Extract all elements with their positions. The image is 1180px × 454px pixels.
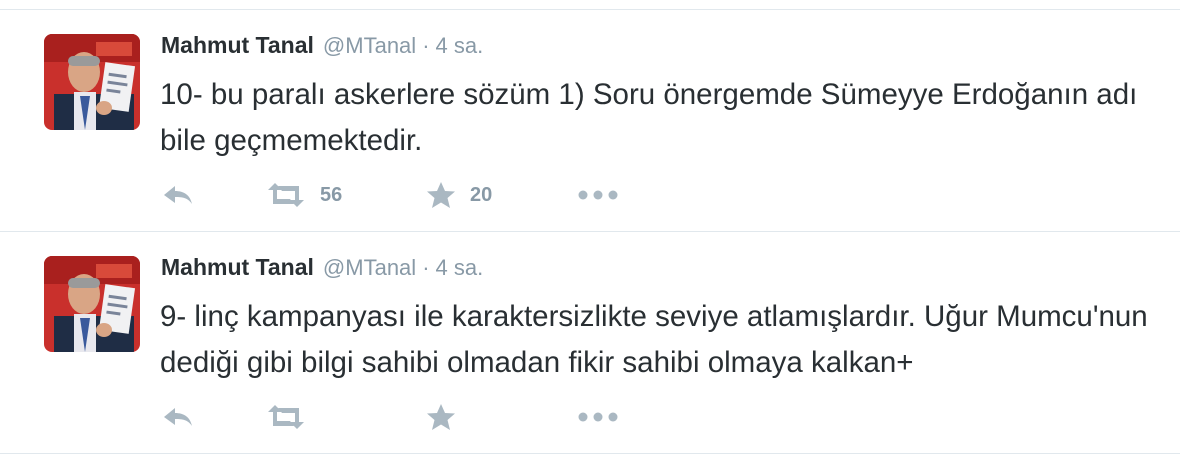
reply-icon <box>164 408 192 426</box>
more-dots-icon <box>578 412 618 422</box>
author-name[interactable]: Mahmut Tanal <box>161 32 314 59</box>
tweet-actions: 56 20 <box>162 180 618 210</box>
tweet-header: Mahmut Tanal @MTanal · 4 sa. <box>161 32 483 64</box>
tweet-item[interactable]: Mahmut Tanal @MTanal · 4 sa. 10- bu para… <box>0 10 1180 232</box>
more-button[interactable] <box>578 411 618 423</box>
retweet-button[interactable]: 56 <box>266 182 426 208</box>
header-separator: · <box>422 255 430 280</box>
favorite-count: 20 <box>470 183 493 206</box>
favorite-button[interactable] <box>426 403 578 431</box>
author-name[interactable]: Mahmut Tanal <box>161 254 314 281</box>
favorite-button[interactable]: 20 <box>426 181 578 209</box>
tweet-text: 10- bu paralı askerlere sözüm 1) Soru ön… <box>160 78 1138 157</box>
timeline-top-divider <box>0 0 1180 10</box>
reply-icon <box>164 186 192 204</box>
tweet-text: 9- linç kampanyası ile karaktersizlikte … <box>160 300 1148 379</box>
avatar[interactable] <box>44 34 140 130</box>
more-button[interactable] <box>578 189 618 201</box>
more-dots-icon <box>578 190 618 200</box>
tweet-item[interactable]: Mahmut Tanal @MTanal · 4 sa. 9- linç kam… <box>0 232 1180 454</box>
avatar[interactable] <box>44 256 140 352</box>
author-username[interactable]: @MTanal <box>323 33 416 59</box>
star-icon <box>427 404 455 430</box>
author-username[interactable]: @MTanal <box>323 255 416 281</box>
header-separator: · <box>422 33 430 58</box>
tweet-timestamp[interactable]: 4 sa. <box>436 255 484 281</box>
reply-button[interactable] <box>162 405 266 429</box>
tweet-actions <box>162 402 618 432</box>
retweet-icon <box>268 183 304 207</box>
tweet-header: Mahmut Tanal @MTanal · 4 sa. <box>161 254 483 286</box>
retweet-count: 56 <box>320 183 343 206</box>
tweet-timeline: Mahmut Tanal @MTanal · 4 sa. 10- bu para… <box>0 10 1180 454</box>
star-icon <box>427 182 455 208</box>
tweet-timestamp[interactable]: 4 sa. <box>436 33 484 59</box>
reply-button[interactable] <box>162 183 266 207</box>
